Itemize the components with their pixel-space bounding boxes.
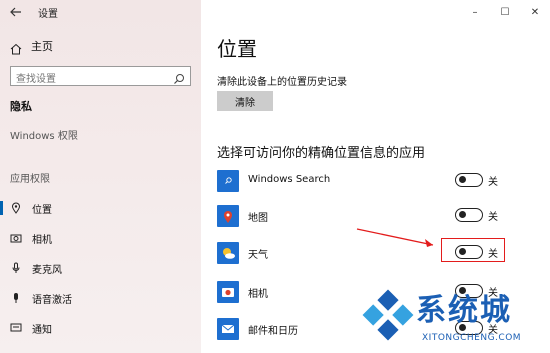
search-input[interactable] — [11, 70, 166, 89]
sidebar-item-location[interactable]: 位置 — [0, 193, 201, 223]
sidebar-item-label: 通知 — [32, 324, 52, 336]
mail-calendar-icon — [217, 318, 239, 340]
clear-history-label: 清除此设备上的位置历史记录 — [217, 77, 347, 88]
location-toggle[interactable] — [455, 208, 483, 222]
home-icon — [10, 40, 22, 55]
app-row-windows-search: Windows Search 关 — [217, 170, 537, 200]
app-permissions-heading: 应用权限 — [10, 174, 50, 185]
close-button[interactable]: ✕ — [520, 0, 550, 24]
toggle-knob — [459, 176, 466, 183]
back-arrow-icon[interactable] — [9, 5, 23, 19]
clear-button[interactable]: 清除 — [217, 91, 273, 111]
toggle-state-label: 关 — [488, 212, 498, 223]
weather-icon — [217, 242, 239, 264]
toggle-state-label: 关 — [488, 177, 498, 188]
maximize-button[interactable]: ☐ — [490, 0, 520, 24]
location-icon — [10, 202, 22, 214]
sidebar-item-label: 麦克风 — [32, 264, 62, 276]
section-title: 选择可访问你的精确位置信息的应用 — [217, 146, 426, 161]
app-name: Windows Search — [248, 174, 331, 185]
search-field[interactable] — [10, 66, 191, 89]
sidebar-item-home[interactable]: 主页 — [10, 37, 53, 55]
titlebar: 设置 — [0, 0, 201, 24]
search-icon[interactable] — [173, 70, 185, 84]
annotation-arrow — [356, 228, 434, 247]
sidebar-item-label: 语音激活 — [32, 294, 72, 306]
watermark-text: 系统城 — [416, 293, 512, 328]
sidebar-item-microphone[interactable]: 麦克风 — [0, 253, 201, 283]
toggle-knob — [459, 211, 466, 218]
watermark-url: XITONGCHENG.COM — [422, 333, 522, 343]
notification-icon — [10, 322, 22, 334]
app-name: 天气 — [248, 250, 268, 261]
sidebar-item-label: 位置 — [32, 204, 52, 216]
camera-app-icon — [217, 281, 239, 303]
sidebar-item-label: 相机 — [32, 234, 52, 246]
watermark-logo-icon — [362, 289, 414, 341]
minimize-button[interactable]: – — [460, 0, 490, 24]
app-title: 设置 — [38, 9, 58, 20]
windows-search-icon — [217, 170, 239, 192]
sidebar-item-voice-activation[interactable]: 语音激活 — [0, 283, 201, 313]
page-title: 位置 — [217, 37, 257, 61]
voice-activation-icon — [10, 292, 22, 304]
watermark: 系统城 XITONGCHENG.COM — [360, 283, 550, 353]
app-name: 相机 — [248, 289, 268, 300]
annotation-highlight-box — [441, 238, 505, 262]
window-controls: – ☐ ✕ — [460, 0, 550, 24]
app-name: 地图 — [248, 213, 268, 224]
selection-indicator — [0, 201, 3, 215]
windows-permissions-heading: Windows 权限 — [10, 131, 78, 142]
app-name: 邮件和日历 — [248, 326, 298, 337]
sidebar-nav-list: 位置 相机 麦克风 语音激活 通知 — [0, 193, 201, 343]
home-label: 主页 — [31, 40, 53, 53]
maps-icon — [217, 205, 239, 227]
sidebar: 设置 主页 隐私 Windows 权限 应用权限 位置 相机 — [0, 0, 201, 353]
microphone-icon — [10, 262, 22, 274]
sidebar-item-camera[interactable]: 相机 — [0, 223, 201, 253]
privacy-heading: 隐私 — [10, 100, 32, 113]
sidebar-item-notifications[interactable]: 通知 — [0, 313, 201, 343]
location-toggle[interactable] — [455, 173, 483, 187]
camera-icon — [10, 232, 22, 244]
